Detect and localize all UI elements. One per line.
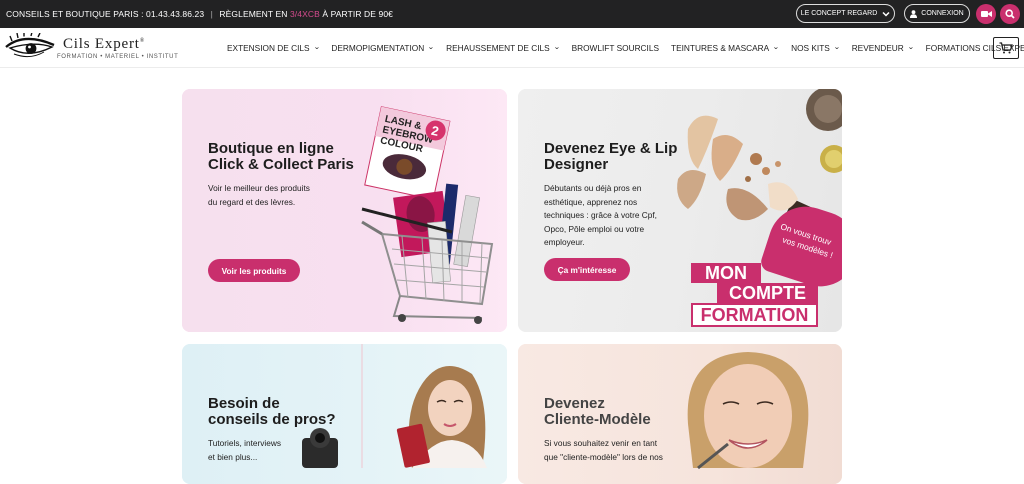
nav-label: DERMOPIGMENTATION <box>331 42 425 53</box>
text-line-1: Si vous souhaitez venir en tant <box>544 438 657 448</box>
logo-registered: ® <box>139 38 146 44</box>
text-line-2: du regard et des lèvres. <box>208 196 296 207</box>
card-designer-title: Devenez Eye & Lip Designer <box>544 141 677 173</box>
shopping-cart-products-image: LASH & EYEBROW COLOUR 2 <box>361 106 494 324</box>
text-line-2: et bien plus... <box>208 451 258 462</box>
text-line-3: techniques : grâce à votre Cpf, <box>544 210 657 220</box>
search-icon <box>1005 9 1015 19</box>
text-line-5: employeur. <box>544 237 585 247</box>
card-designer-text: Débutants ou déjà pros en esthétique, ap… <box>544 182 657 250</box>
chevron-down-icon: ⌄ <box>312 44 320 51</box>
cart-button[interactable] <box>993 37 1019 59</box>
card-conseils-title: Besoin de conseils de pros? <box>208 396 336 428</box>
text-line-1: Débutants ou déjà pros en <box>544 183 642 193</box>
connexion-label: CONNEXION <box>921 10 964 17</box>
title-line-2: Click & Collect Paris <box>208 156 354 173</box>
voir-produits-button[interactable]: Voir les produits <box>208 259 300 282</box>
nav-label: EXTENSION DE CILS <box>227 42 310 53</box>
cart-icon <box>999 42 1013 54</box>
title-line-2: conseils de pros? <box>208 411 336 428</box>
card-conseils-text: Tutoriels, interviews et bien plus... <box>208 437 281 464</box>
chevron-down-icon: ⌄ <box>833 44 841 51</box>
chevron-down-icon <box>882 11 890 17</box>
concept-label: LE CONCEPT REGARD <box>800 10 878 17</box>
nav-item-browlift-sourcils[interactable]: BROWLIFT SOURCILS <box>572 43 659 53</box>
contact-text: CONSEILS ET BOUTIQUE PARIS : 01.43.43.86… <box>6 9 205 19</box>
logo-name: Cils Expert® <box>63 36 145 53</box>
text-line-2: esthétique, apprenez nos <box>544 196 638 207</box>
chevron-down-icon: ⌄ <box>772 44 780 51</box>
card-boutique-title: Boutique en ligne Click & Collect Paris <box>208 141 354 173</box>
title-line-2: Designer <box>544 156 609 173</box>
nav-label: REHAUSSEMENT DE CILS <box>446 42 550 53</box>
chevron-down-icon: ⌄ <box>907 44 915 51</box>
title-line-1: Besoin de <box>208 395 280 412</box>
user-icon <box>910 9 918 18</box>
search-button[interactable] <box>1000 4 1020 24</box>
card-boutique: LASH & EYEBROW COLOUR 2 Boutique en lign… <box>182 89 507 332</box>
nav-item-extension-cils[interactable]: EXTENSION DE CILS ⌄ <box>227 42 320 53</box>
payment-suffix: À PARTIR DE 90€ <box>319 9 393 19</box>
nav-label: BROWLIFT SOURCILS <box>571 42 659 53</box>
title-line-2: Cliente-Modèle <box>544 411 651 428</box>
payment-prefix: RÈGLEMENT EN <box>219 9 290 19</box>
smiling-woman-image <box>687 352 809 470</box>
card-boutique-text: Voir le meilleur des produits du regard … <box>208 182 310 209</box>
video-button[interactable] <box>976 4 996 24</box>
video-camera-icon <box>980 11 992 17</box>
concept-regard-dropdown[interactable]: LE CONCEPT REGARD <box>796 4 895 23</box>
logo-tagline: FORMATION • MATERIEL • INSTITUT <box>57 54 179 60</box>
nav-item-dermopigmentation[interactable]: DERMOPIGMENTATION ⌄ <box>331 43 434 53</box>
nav-label: REVENDEUR <box>851 42 904 53</box>
topbar-info: CONSEILS ET BOUTIQUE PARIS : 01.43.43.86… <box>0 9 393 19</box>
title-line-1: Devenez Eye & Lip <box>544 140 678 157</box>
nav-label: NOS KITS <box>791 42 830 53</box>
nav-item-nos-kits[interactable]: NOS KITS ⌄ <box>791 43 840 53</box>
top-bar: CONSEILS ET BOUTIQUE PARIS : 01.43.43.86… <box>0 0 1024 28</box>
logo[interactable]: Cils Expert® FORMATION • MATERIEL • INST… <box>4 33 184 65</box>
chevron-down-icon: ⌄ <box>427 44 435 51</box>
connexion-button[interactable]: CONNEXION <box>904 4 970 23</box>
badge-line-1: MON <box>691 263 761 283</box>
nav-item-teintures-mascara[interactable]: TEINTURES & MASCARA ⌄ <box>671 42 780 53</box>
bubble-text: On vous trouv vos modèles ! <box>775 220 838 261</box>
card-modele-text: Si vous souhaitez venir en tant que "cli… <box>544 437 663 464</box>
card-conseils: Besoin de conseils de pros? Tutoriels, i… <box>182 344 507 484</box>
card-cliente-modele: Devenez Cliente-Modèle Si vous souhaitez… <box>518 344 842 484</box>
text-line-4: Opco, Pôle emploi ou votre <box>544 223 645 234</box>
text-line-1: Voir le meilleur des produits <box>208 183 310 193</box>
topbar-separator: | <box>210 9 213 19</box>
badge-line-3: FORMATION <box>691 303 818 327</box>
chevron-down-icon: ⌄ <box>553 44 561 51</box>
eye-logo-icon <box>5 33 55 58</box>
card-modele-title: Devenez Cliente-Modèle <box>544 396 651 428</box>
logo-name-text: Cils Expert <box>63 36 140 52</box>
title-line-1: Devenez <box>544 395 605 412</box>
text-line-1: Tutoriels, interviews <box>208 438 282 448</box>
text-line-2: que "cliente-modèle" lors de nos <box>544 451 663 462</box>
payment-highlight: 3/4XCB <box>289 9 320 19</box>
nav-item-revendeur[interactable]: REVENDEUR ⌄ <box>851 42 915 53</box>
ca-minteresse-button[interactable]: Ça m'intéresse <box>544 258 630 281</box>
card-designer: On vous trouv vos modèles ! MON COMPTE F… <box>518 89 842 332</box>
main-navigation: EXTENSION DE CILS ⌄ DERMOPIGMENTATION ⌄ RE… <box>227 28 1024 67</box>
main-header: Cils Expert® FORMATION • MATERIEL • INST… <box>0 28 1024 68</box>
title-line-1: Boutique en ligne <box>208 140 334 157</box>
mon-compte-formation-badge: MON COMPTE FORMATION <box>691 263 818 327</box>
nav-label: TEINTURES & MASCARA <box>671 42 770 53</box>
badge-line-2: COMPTE <box>717 283 818 303</box>
nav-item-rehaussement-cils[interactable]: REHAUSSEMENT DE CILS ⌄ <box>446 42 561 53</box>
